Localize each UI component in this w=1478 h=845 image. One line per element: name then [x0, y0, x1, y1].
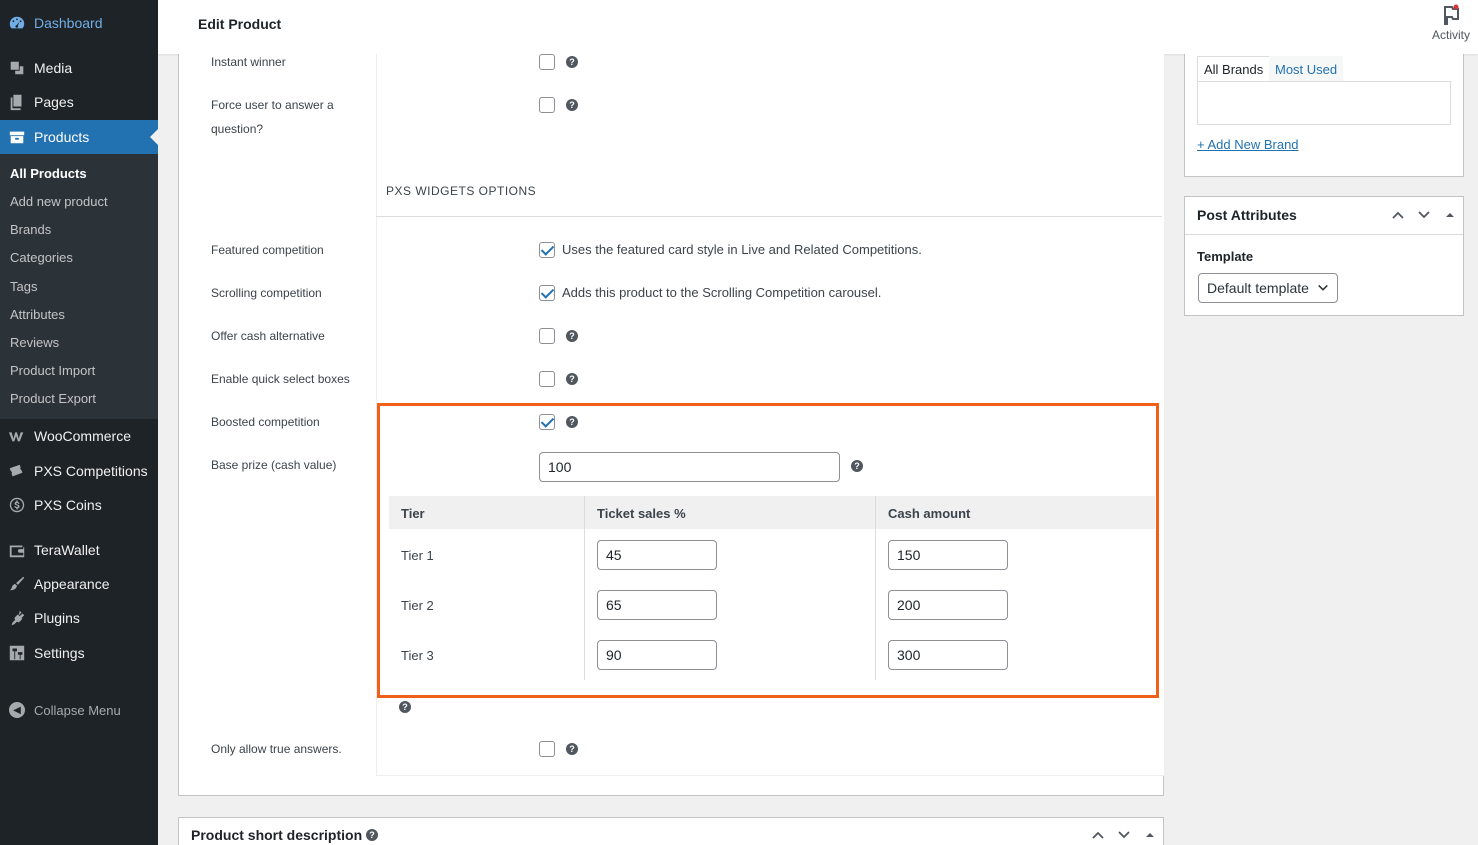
help-icon[interactable]: ? [566, 56, 578, 68]
post-attributes-title: Post Attributes [1197, 207, 1297, 223]
boosted-competition-label: Boosted competition [211, 415, 320, 429]
collapse-menu-label: Collapse Menu [34, 702, 121, 718]
scrolling-competition-checkbox[interactable] [539, 285, 555, 301]
help-icon[interactable]: ? [366, 829, 378, 841]
featured-competition-checkbox[interactable] [539, 242, 555, 258]
menu-products-label: Products [34, 129, 90, 145]
template-select[interactable]: Default template [1198, 273, 1338, 303]
page-header: Edit Product Activity [158, 0, 1478, 54]
brands-checklist [1197, 81, 1451, 125]
coin-icon [0, 496, 34, 514]
submenu-tags[interactable]: Tags [10, 279, 37, 294]
highlight-annotation [377, 403, 1159, 698]
toggle-panel-icon[interactable] [1442, 207, 1458, 223]
quick-select-label: Enable quick select boxes [211, 372, 350, 386]
menu-pxs-coins-label: PXS Coins [34, 497, 102, 513]
submenu-categories[interactable]: Categories [10, 250, 73, 265]
product-short-description-title: Product short description [191, 827, 363, 843]
page-title: Edit Product [198, 16, 282, 32]
menu-terawallet-label: TeraWallet [34, 542, 100, 558]
chevron-up-icon[interactable] [1090, 827, 1106, 843]
template-select-value: Default template [1207, 280, 1309, 296]
activity-button[interactable]: Activity [1426, 4, 1476, 42]
menu-media-label: Media [34, 60, 73, 76]
menu-dashboard[interactable]: Dashboard [0, 6, 158, 40]
settings-icon [0, 644, 34, 662]
admin-sidebar: Dashboard Media Pages Products All Produ… [0, 0, 158, 845]
menu-plugins-label: Plugins [34, 610, 80, 626]
chevron-down-icon [1318, 284, 1328, 291]
help-icon[interactable]: ? [566, 743, 578, 755]
chevron-down-icon[interactable] [1116, 827, 1132, 843]
section-heading: PXS WIDGETS OPTIONS [386, 184, 537, 198]
cash-alternative-label: Offer cash alternative [211, 329, 325, 343]
tab-most-used[interactable]: Most Used [1269, 56, 1344, 82]
help-icon[interactable]: ? [566, 330, 578, 342]
pages-icon [0, 93, 34, 111]
activity-label: Activity [1431, 28, 1470, 42]
submenu-all-products[interactable]: All Products [10, 166, 87, 181]
submenu-product-export[interactable]: Product Export [10, 391, 96, 406]
section-divider [376, 216, 1162, 217]
menu-dashboard-label: Dashboard [34, 15, 103, 31]
toggle-panel-icon[interactable] [1142, 827, 1158, 843]
submenu-attributes[interactable]: Attributes [10, 307, 65, 322]
add-new-brand-link[interactable]: + Add New Brand [1197, 137, 1299, 152]
menu-woocommerce-label: WooCommerce [34, 428, 131, 444]
menu-terawallet[interactable]: TeraWallet [0, 533, 158, 567]
chevron-up-icon[interactable] [1390, 207, 1406, 223]
menu-plugins[interactable]: Plugins [0, 601, 158, 635]
scrolling-competition-label: Scrolling competition [211, 286, 322, 300]
post-attributes-divider [1185, 234, 1463, 235]
woocommerce-icon [0, 427, 34, 445]
template-label: Template [1197, 249, 1254, 264]
products-submenu: All Products Add new product Brands Cate… [0, 154, 158, 419]
submenu-product-import[interactable]: Product Import [10, 363, 95, 378]
menu-settings[interactable]: Settings [0, 636, 158, 670]
only-true-answers-checkbox[interactable] [539, 741, 555, 757]
instant-winner-checkbox[interactable] [539, 54, 555, 70]
scrolling-competition-description: Adds this product to the Scrolling Compe… [562, 285, 882, 300]
menu-pxs-coins[interactable]: PXS Coins [0, 488, 158, 522]
menu-media[interactable]: Media [0, 51, 158, 85]
collapse-icon: ◀ [0, 702, 34, 718]
menu-pages[interactable]: Pages [0, 85, 158, 119]
menu-products[interactable]: Products [0, 120, 158, 154]
menu-pxs-competitions-label: PXS Competitions [34, 463, 148, 479]
chevron-down-icon[interactable] [1416, 207, 1432, 223]
collapse-menu-button[interactable]: ◀ Collapse Menu [0, 697, 158, 723]
featured-competition-description: Uses the featured card style in Live and… [562, 242, 922, 257]
force-answer-label: Force user to answer a question? [211, 98, 334, 136]
submenu-brands[interactable]: Brands [10, 222, 51, 237]
dashboard-icon [0, 14, 34, 32]
instant-winner-label: Instant winner [211, 55, 286, 69]
menu-pxs-competitions[interactable]: PXS Competitions [0, 454, 158, 488]
tickets-icon [0, 462, 34, 480]
menu-woocommerce[interactable]: WooCommerce [0, 419, 158, 453]
flag-icon [1444, 4, 1459, 25]
menu-appearance-label: Appearance [34, 576, 110, 592]
cash-alternative-checkbox[interactable] [539, 328, 555, 344]
submenu-add-new-product[interactable]: Add new product [10, 194, 108, 209]
plugin-icon [0, 609, 34, 627]
help-icon[interactable]: ? [566, 373, 578, 385]
base-prize-label: Base prize (cash value) [211, 458, 337, 472]
only-true-answers-label: Only allow true answers. [211, 742, 342, 756]
submenu-reviews[interactable]: Reviews [10, 335, 59, 350]
media-icon [0, 59, 34, 77]
tab-all-brands[interactable]: All Brands [1197, 56, 1271, 82]
menu-settings-label: Settings [34, 645, 85, 661]
menu-pages-label: Pages [34, 94, 74, 110]
featured-competition-label: Featured competition [211, 243, 324, 257]
help-icon[interactable]: ? [399, 701, 411, 713]
products-icon [0, 128, 34, 146]
menu-appearance[interactable]: Appearance [0, 567, 158, 601]
wallet-icon [0, 541, 34, 559]
quick-select-checkbox[interactable] [539, 371, 555, 387]
paintbrush-icon [0, 575, 34, 593]
force-answer-checkbox[interactable] [539, 97, 555, 113]
help-icon[interactable]: ? [566, 99, 578, 111]
